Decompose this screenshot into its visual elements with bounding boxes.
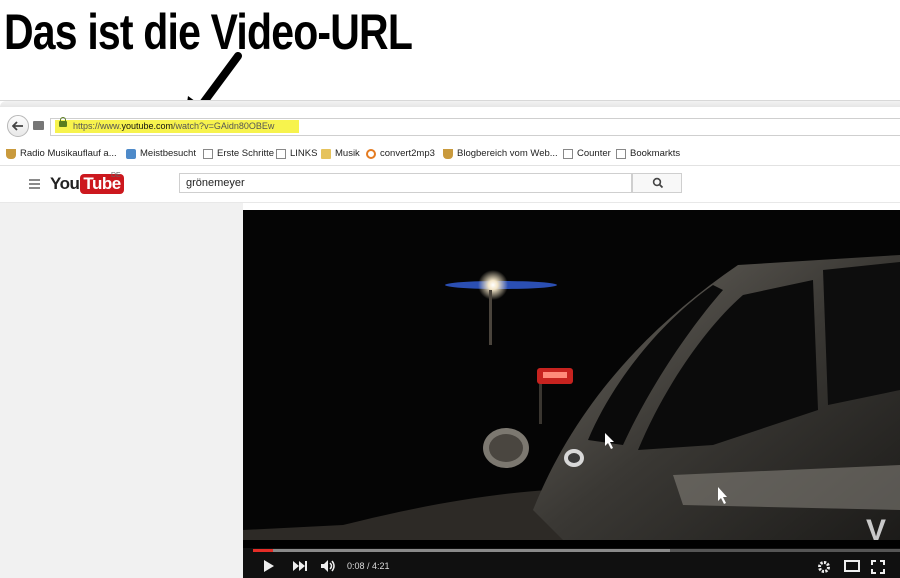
bookmark-label: Radio Musikauflauf a... [20,148,117,159]
bookmark-bookmarkts[interactable]: Bookmarkts [616,148,680,159]
bookmark-blogbereich[interactable]: Blogbereich vom Web... [443,148,558,159]
page-icon [203,148,213,159]
next-icon[interactable] [293,560,309,572]
bookmark-label: Blogbereich vom Web... [457,148,558,159]
convert-icon [366,148,376,159]
theater-mode-icon[interactable] [844,560,860,572]
video-player[interactable]: V 0:08 / 4:21 [243,210,900,578]
bookmark-musik[interactable]: Musik [321,148,360,159]
page-icon [616,148,626,159]
back-button[interactable] [7,115,29,137]
bookmark-label: Erste Schritte [217,148,275,159]
time-display: 0:08 / 4:21 [347,561,390,571]
progress-bar[interactable] [253,549,900,552]
settings-gear-icon[interactable] [817,560,831,574]
hamburger-menu-icon[interactable] [29,179,40,191]
lock-icon[interactable] [59,117,67,127]
url-domain: youtube.com [121,121,174,131]
cup-icon [6,148,16,159]
page-icon [563,148,573,159]
bookmark-links[interactable]: LINKS [276,148,317,159]
bookmark-label: Counter [577,148,611,159]
navigation-bar: https://www.youtube.com/watch?v=GAidn80O… [0,115,900,137]
progress-played [253,549,274,552]
browser-frame [0,101,900,107]
bookmark-meistbesucht[interactable]: Meistbesucht [126,148,196,159]
address-bar[interactable]: https://www.youtube.com/watch?v=GAidn80O… [50,117,900,136]
bookmark-label: Musik [335,148,360,159]
bookmark-label: Meistbesucht [140,148,196,159]
back-arrow-icon [12,121,23,131]
bookmark-convert2mp3[interactable]: convert2mp3 [366,148,435,159]
bookmark-label: LINKS [290,148,318,159]
bookmark-label: Bookmarkts [630,148,681,159]
search-icon [652,177,664,189]
youtube-header: You Tube DE grönemeyer [0,166,900,203]
video-frame[interactable]: V [243,210,900,540]
page-icon [276,148,286,159]
left-sidebar [0,203,243,578]
country-code: DE [111,172,121,179]
bookmark-radio-musikauflauf[interactable]: Radio Musikauflauf a... [6,148,117,159]
play-icon[interactable] [263,560,275,572]
logo-you: You [50,174,80,193]
cup-icon [443,148,453,159]
url-text[interactable]: https://www.youtube.com/watch?v=GAidn80O… [73,120,274,133]
browser-window: https://www.youtube.com/watch?v=GAidn80O… [0,100,900,578]
page-info-icon[interactable] [33,121,44,130]
star-page-icon [126,148,136,159]
player-controls: 0:08 / 4:21 [243,548,900,578]
search-input[interactable]: grönemeyer [179,173,632,193]
folder-icon [321,148,331,159]
url-path: /watch?v=GAidn80OBEw [173,121,275,131]
url-scheme: https://www. [73,121,122,131]
channel-watermark: V [866,514,886,540]
fullscreen-icon[interactable] [871,560,885,574]
bookmark-erste-schritte[interactable]: Erste Schritte [203,148,274,159]
bookmark-counter[interactable]: Counter [563,148,611,159]
bookmark-label: convert2mp3 [380,148,435,159]
search-button[interactable] [632,173,682,193]
progress-buffered [253,549,671,552]
volume-icon[interactable] [321,560,337,572]
bookmarks-toolbar: Radio Musikauflauf a... Meistbesucht Ers… [0,143,900,166]
